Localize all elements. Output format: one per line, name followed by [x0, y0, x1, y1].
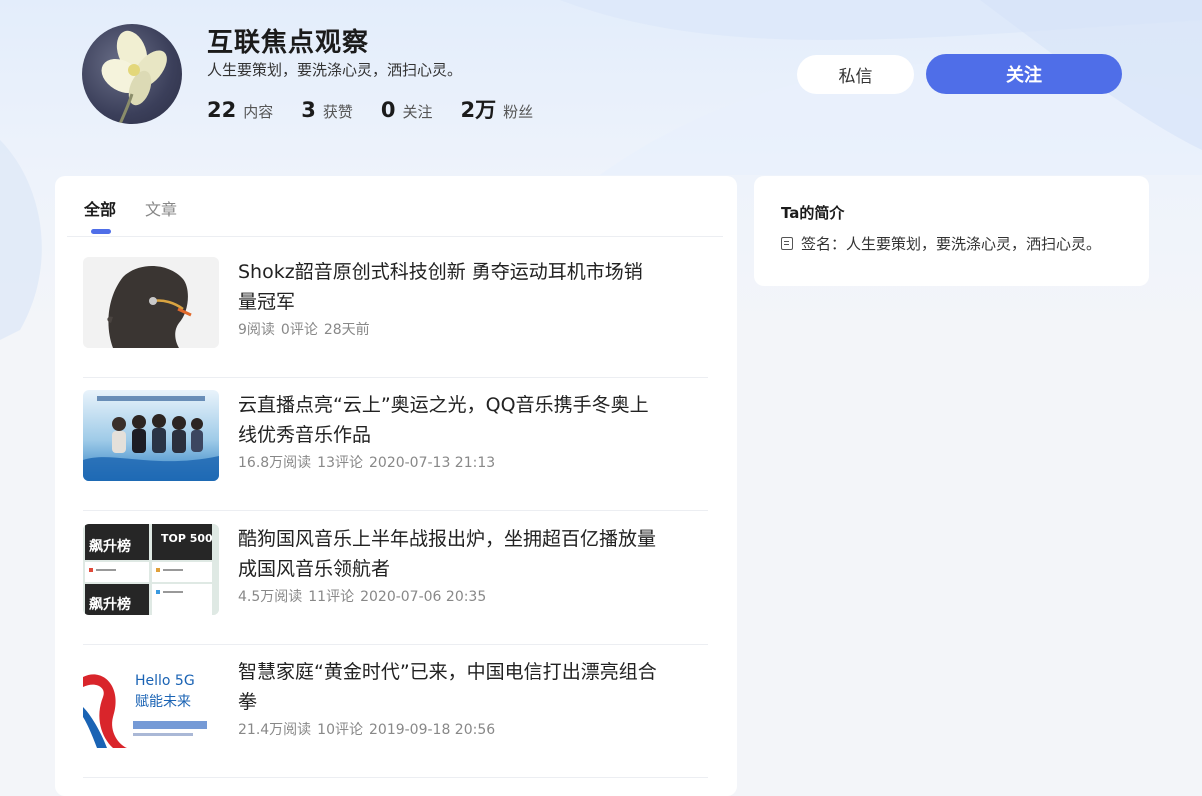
- article-title[interactable]: Shokz韶音原创式科技创新 勇夺运动耳机市场销量冠军: [238, 257, 658, 317]
- content-card: 全部 文章 Shokz韶音原创式科技创新 勇夺运动耳机市场销量冠军 9阅读 0评论…: [55, 176, 737, 796]
- stat-likes[interactable]: 3 获赞: [301, 98, 353, 122]
- document-icon: [781, 237, 793, 250]
- flower-avatar-image: [101, 30, 167, 124]
- intro-signature-row: 签名：人生要策划，要洗涤心灵，洒扫心灵。: [781, 233, 1101, 254]
- stat-number: 0: [380, 98, 396, 122]
- article-reads: 21.4万阅读: [238, 722, 312, 738]
- follow-button[interactable]: 关注: [926, 54, 1122, 94]
- profile-signature: 人生要策划，要洗涤心灵，洒扫心灵。: [207, 61, 463, 79]
- article-comments: 11评论: [308, 589, 355, 605]
- bone-conduction-headphone-photo: [83, 257, 219, 348]
- thumb-text: 飙升榜: [89, 539, 131, 555]
- stat-number: 2万: [460, 98, 497, 122]
- tab-all[interactable]: 全部: [84, 196, 116, 234]
- content-tabs: 全部 文章: [84, 196, 206, 234]
- stat-label: 关注: [402, 103, 433, 121]
- stat-label: 粉丝: [503, 103, 534, 121]
- article-item[interactable]: Shokz韶音原创式科技创新 勇夺运动耳机市场销量冠军 9阅读 0评论 28天前: [83, 243, 708, 378]
- article-reads: 9阅读: [238, 322, 275, 338]
- article-comments: 13评论: [317, 455, 363, 471]
- profile-intro-card: Ta的简介 签名：人生要策划，要洗涤心灵，洒扫心灵。: [754, 176, 1149, 286]
- article-thumbnail[interactable]: [83, 390, 219, 481]
- article-thumbnail[interactable]: [83, 257, 219, 348]
- divider: [67, 236, 723, 237]
- stat-number: 3: [301, 98, 316, 122]
- article-thumbnail[interactable]: 飙升榜 TOP 500 飙升榜: [83, 524, 219, 615]
- article-time: 2019-09-18 20:56: [369, 722, 496, 738]
- article-comments: 0评论: [280, 322, 318, 338]
- intro-title: Ta的简介: [781, 204, 845, 222]
- stat-content[interactable]: 22 内容: [207, 98, 273, 122]
- article-item[interactable]: 飙升榜 TOP 500 飙升榜 酷狗国风音乐上半年战报出炉，坐拥超百亿播放量成国…: [83, 510, 708, 645]
- intro-signature: 签名：人生要策划，要洗涤心灵，洒扫心灵。: [801, 235, 1102, 253]
- tab-articles[interactable]: 文章: [145, 196, 177, 220]
- article-time: 2020-07-06 20:35: [360, 589, 487, 605]
- thumb-text: 赋能未来: [135, 694, 191, 710]
- article-meta: 16.8万阅读 13评论 2020-07-13 21:13: [238, 452, 501, 472]
- article-item[interactable]: 云直播点亮“云上”奥运之光，QQ音乐携手冬奥上线优秀音乐作品 16.8万阅读 13…: [83, 376, 708, 511]
- article-item[interactable]: Hello 5G 赋能未来 智慧家庭“黄金时代”已来，中国电信打出漂亮组合拳 2…: [83, 643, 708, 778]
- article-time: 2020-07-13 21:13: [369, 455, 496, 471]
- thumb-text: Hello 5G: [135, 673, 195, 689]
- stat-label: 内容: [243, 103, 274, 121]
- article-title[interactable]: 酷狗国风音乐上半年战报出炉，坐拥超百亿播放量成国风音乐领航者: [238, 524, 658, 584]
- profile-name: 互联焦点观察: [207, 28, 370, 58]
- thumb-text: TOP 500: [161, 532, 213, 545]
- private-message-button[interactable]: 私信: [797, 55, 914, 94]
- article-title[interactable]: 云直播点亮“云上”奥运之光，QQ音乐携手冬奥上线优秀音乐作品: [238, 390, 658, 450]
- thumb-text: 飙升榜: [89, 597, 131, 613]
- article-time: 28天前: [323, 322, 370, 338]
- stat-label: 获赞: [322, 103, 353, 121]
- article-comments: 10评论: [317, 722, 363, 738]
- article-meta: 21.4万阅读 10评论 2019-09-18 20:56: [238, 719, 501, 739]
- stat-number: 22: [207, 98, 237, 122]
- olympic-concert-poster: [83, 390, 219, 481]
- article-reads: 4.5万阅读: [238, 589, 303, 605]
- stat-following[interactable]: 0 关注: [381, 98, 433, 122]
- article-thumbnail[interactable]: Hello 5G 赋能未来: [83, 657, 219, 748]
- article-meta: 4.5万阅读 11评论 2020-07-06 20:35: [238, 586, 492, 606]
- profile-stats: 22 内容 3 获赞 0 关注 2万 粉丝: [207, 94, 561, 124]
- article-meta: 9阅读 0评论 28天前: [238, 319, 376, 339]
- article-title[interactable]: 智慧家庭“黄金时代”已来，中国电信打出漂亮组合拳: [238, 657, 658, 717]
- article-reads: 16.8万阅读: [238, 455, 312, 471]
- stat-fans[interactable]: 2万 粉丝: [461, 94, 534, 124]
- avatar[interactable]: [82, 24, 182, 124]
